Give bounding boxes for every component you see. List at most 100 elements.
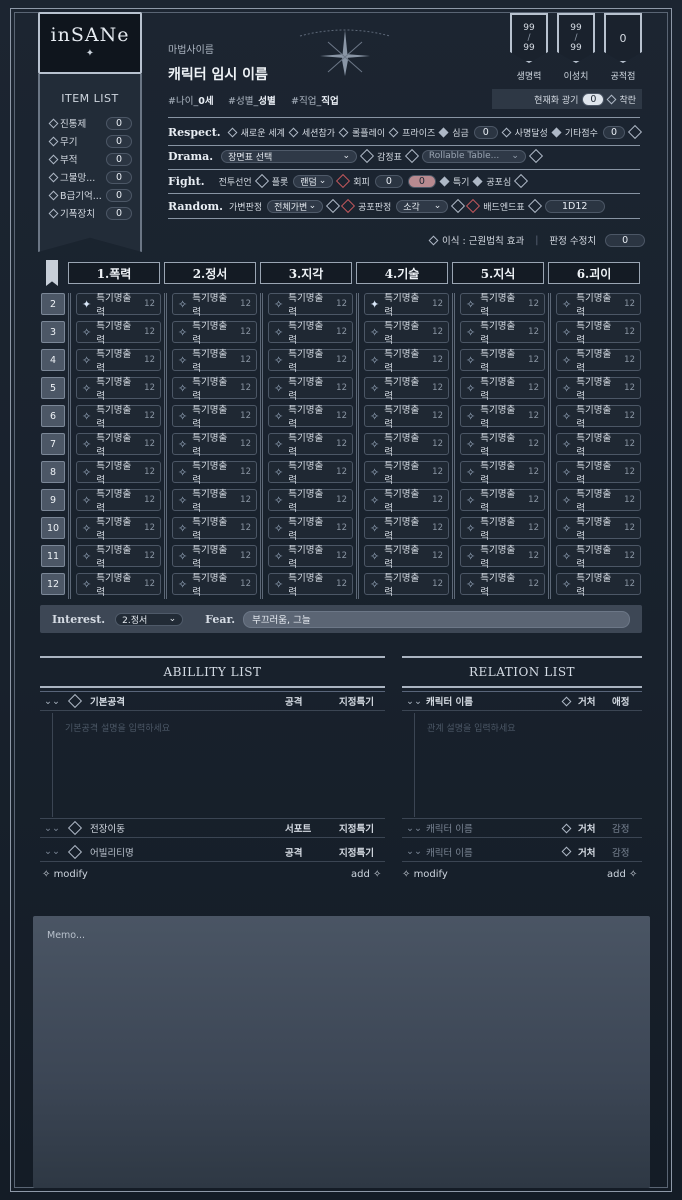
skill-cell[interactable]: ✧ 특기명출력 12 xyxy=(556,461,641,486)
skill-cell[interactable]: ✧ 특기명출력 12 xyxy=(364,349,449,374)
skill-cell[interactable]: ✧ 특기명출력 12 xyxy=(364,517,449,542)
skill-cell[interactable]: ✧ 특기명출력 12 xyxy=(172,433,257,458)
skill-column-header[interactable]: 2.정서 xyxy=(164,262,256,284)
item-dice-icon[interactable] xyxy=(48,208,59,218)
memo-textarea[interactable]: Memo... xyxy=(33,916,650,1188)
collapse-icon[interactable]: ⌄⌄ xyxy=(40,823,64,834)
sparkle-icon[interactable]: ✧ xyxy=(82,326,91,339)
sparkle-icon[interactable]: ✧ xyxy=(82,438,91,451)
item-count[interactable]: 0 xyxy=(106,188,132,202)
roll-dice-icon[interactable] xyxy=(627,124,643,140)
skill-cell[interactable]: ✧ 특기명출력 12 xyxy=(76,489,161,514)
skill-cell[interactable]: ✧ 특기명출력 12 xyxy=(268,433,353,458)
sparkle-icon[interactable]: ✧ xyxy=(466,578,475,591)
sparkle-icon[interactable]: ✧ xyxy=(82,550,91,563)
skill-column-header[interactable]: 4.기술 xyxy=(356,262,448,284)
skill-column-header[interactable]: 1.폭력 xyxy=(68,262,160,284)
ability-dice-icon[interactable] xyxy=(67,844,83,859)
relation-description[interactable]: 관계 설명을 입력하세요 xyxy=(414,713,642,817)
sparkle-icon[interactable]: ✧ xyxy=(178,382,187,395)
skill-cell[interactable]: ✧ 특기명출력 12 xyxy=(556,293,641,318)
skill-cell[interactable]: ✧ 특기명출력 12 xyxy=(556,377,641,402)
skill-cell[interactable]: ✧ 특기명출력 12 xyxy=(172,489,257,514)
skill-cell[interactable]: ✧ 특기명출력 12 xyxy=(460,349,545,374)
relation-check-icon[interactable] xyxy=(561,823,572,833)
rollable-table-select[interactable]: Rollable Table... ⌄ xyxy=(421,149,526,163)
stat-merit[interactable]: 0 xyxy=(604,13,642,63)
relation-emotion[interactable]: 감정 xyxy=(612,845,642,859)
sparkle-icon[interactable]: ✦ xyxy=(82,298,91,311)
skill-cell[interactable]: ✧ 특기명출력 12 xyxy=(268,573,353,598)
madness-value[interactable]: 0 xyxy=(582,92,605,106)
ability-modify-button[interactable]: ✧ modify xyxy=(42,869,88,880)
skill-cell[interactable]: ✧ 특기명출력 12 xyxy=(556,349,641,374)
sparkle-icon[interactable]: ✧ xyxy=(178,550,187,563)
skill-column-header[interactable]: 6.괴이 xyxy=(548,262,640,284)
rule-check-icon[interactable] xyxy=(428,235,439,245)
relation-modify-button[interactable]: ✧ modify xyxy=(402,869,448,880)
sparkle-icon[interactable]: ✧ xyxy=(562,578,571,591)
ability-name[interactable]: 기본공격 xyxy=(90,694,285,708)
item-dice-icon[interactable] xyxy=(48,154,59,164)
fear-roll-icon[interactable] xyxy=(514,173,529,189)
sparkle-icon[interactable]: ✧ xyxy=(82,410,91,423)
sparkle-icon[interactable]: ✧ xyxy=(178,354,187,367)
other-score-input[interactable]: 0 xyxy=(602,125,625,139)
skill-cell[interactable]: ✧ 특기명출력 12 xyxy=(172,405,257,430)
relation-place[interactable]: 거처 xyxy=(578,694,612,708)
respect-check-icon[interactable] xyxy=(338,127,349,137)
rollable-roll-icon[interactable] xyxy=(528,148,543,164)
sparkle-icon[interactable]: ✧ xyxy=(466,298,475,311)
skill-cell[interactable]: ✧ 특기명출력 12 xyxy=(556,489,641,514)
sparkle-icon[interactable]: ✧ xyxy=(466,410,475,423)
variable-roll-icon[interactable] xyxy=(326,198,341,214)
relation-name[interactable]: 캐릭터 이름 xyxy=(426,845,563,859)
sparkle-icon[interactable]: ✧ xyxy=(82,494,91,507)
fear-check-red-icon[interactable] xyxy=(466,198,481,214)
dice-input[interactable]: 1D12 xyxy=(544,199,605,213)
sparkle-icon[interactable]: ✧ xyxy=(466,438,475,451)
emotion-roll-icon[interactable] xyxy=(404,148,419,164)
skill-cell[interactable]: ✧ 특기명출력 12 xyxy=(172,461,257,486)
ability-name[interactable]: 어빌리티명 xyxy=(90,845,285,859)
skill-cell[interactable]: ✧ 특기명출력 12 xyxy=(76,349,161,374)
sparkle-icon[interactable]: ✧ xyxy=(178,326,187,339)
sparkle-icon[interactable]: ✧ xyxy=(274,382,283,395)
ability-description[interactable]: 기본공격 설명을 입력하세요 xyxy=(52,713,385,817)
skill-cell[interactable]: ✧ 특기명출력 12 xyxy=(76,321,161,346)
skill-cell[interactable]: ✧ 특기명출력 12 xyxy=(460,433,545,458)
ability-row[interactable]: ⌄⌄ 전장이동 서포트 지정특기 xyxy=(40,818,385,838)
sparkle-icon[interactable]: ✧ xyxy=(562,298,571,311)
ability-spec[interactable]: 지정특기 xyxy=(339,694,385,708)
relation-place[interactable]: 거처 xyxy=(578,821,612,835)
skill-cell[interactable]: ✧ 특기명출력 12 xyxy=(460,489,545,514)
sparkle-icon[interactable]: ✧ xyxy=(562,494,571,507)
collapse-icon[interactable]: ⌄⌄ xyxy=(402,823,426,834)
sparkle-icon[interactable]: ✧ xyxy=(274,410,283,423)
skill-cell[interactable]: ✧ 특기명출력 12 xyxy=(364,573,449,598)
sparkle-icon[interactable]: ✧ xyxy=(562,550,571,563)
sparkle-icon[interactable]: ✧ xyxy=(562,522,571,535)
ability-spec[interactable]: 지정특기 xyxy=(339,821,385,835)
sparkle-icon[interactable]: ✧ xyxy=(370,466,379,479)
sparkle-icon[interactable]: ✧ xyxy=(370,326,379,339)
skill-cell[interactable]: ✧ 특기명출력 12 xyxy=(76,573,161,598)
sparkle-icon[interactable]: ✧ xyxy=(274,466,283,479)
ability-type[interactable]: 서포트 xyxy=(285,821,339,835)
shimgeum-input[interactable]: 0 xyxy=(473,125,498,139)
tag-gender[interactable]: #성별_성별 xyxy=(228,93,276,107)
madness-toggle-icon[interactable] xyxy=(606,94,617,104)
sparkle-icon[interactable]: ✧ xyxy=(562,438,571,451)
sparkle-icon[interactable]: ✧ xyxy=(466,522,475,535)
collapse-icon[interactable]: ⌄⌄ xyxy=(402,846,426,857)
sparkle-icon[interactable]: ✧ xyxy=(82,578,91,591)
tag-job[interactable]: #직업_직업 xyxy=(291,93,339,107)
bad-end-roll-icon[interactable] xyxy=(527,198,542,214)
sparkle-icon[interactable]: ✧ xyxy=(466,354,475,367)
respect-check-icon[interactable] xyxy=(388,127,399,137)
sparkle-icon[interactable]: ✧ xyxy=(562,410,571,423)
skill-cell[interactable]: ✧ 특기명출력 12 xyxy=(364,433,449,458)
sparkle-icon[interactable]: ✧ xyxy=(178,298,187,311)
ability-type[interactable]: 공격 xyxy=(285,694,339,708)
sparkle-icon[interactable]: ✧ xyxy=(370,438,379,451)
